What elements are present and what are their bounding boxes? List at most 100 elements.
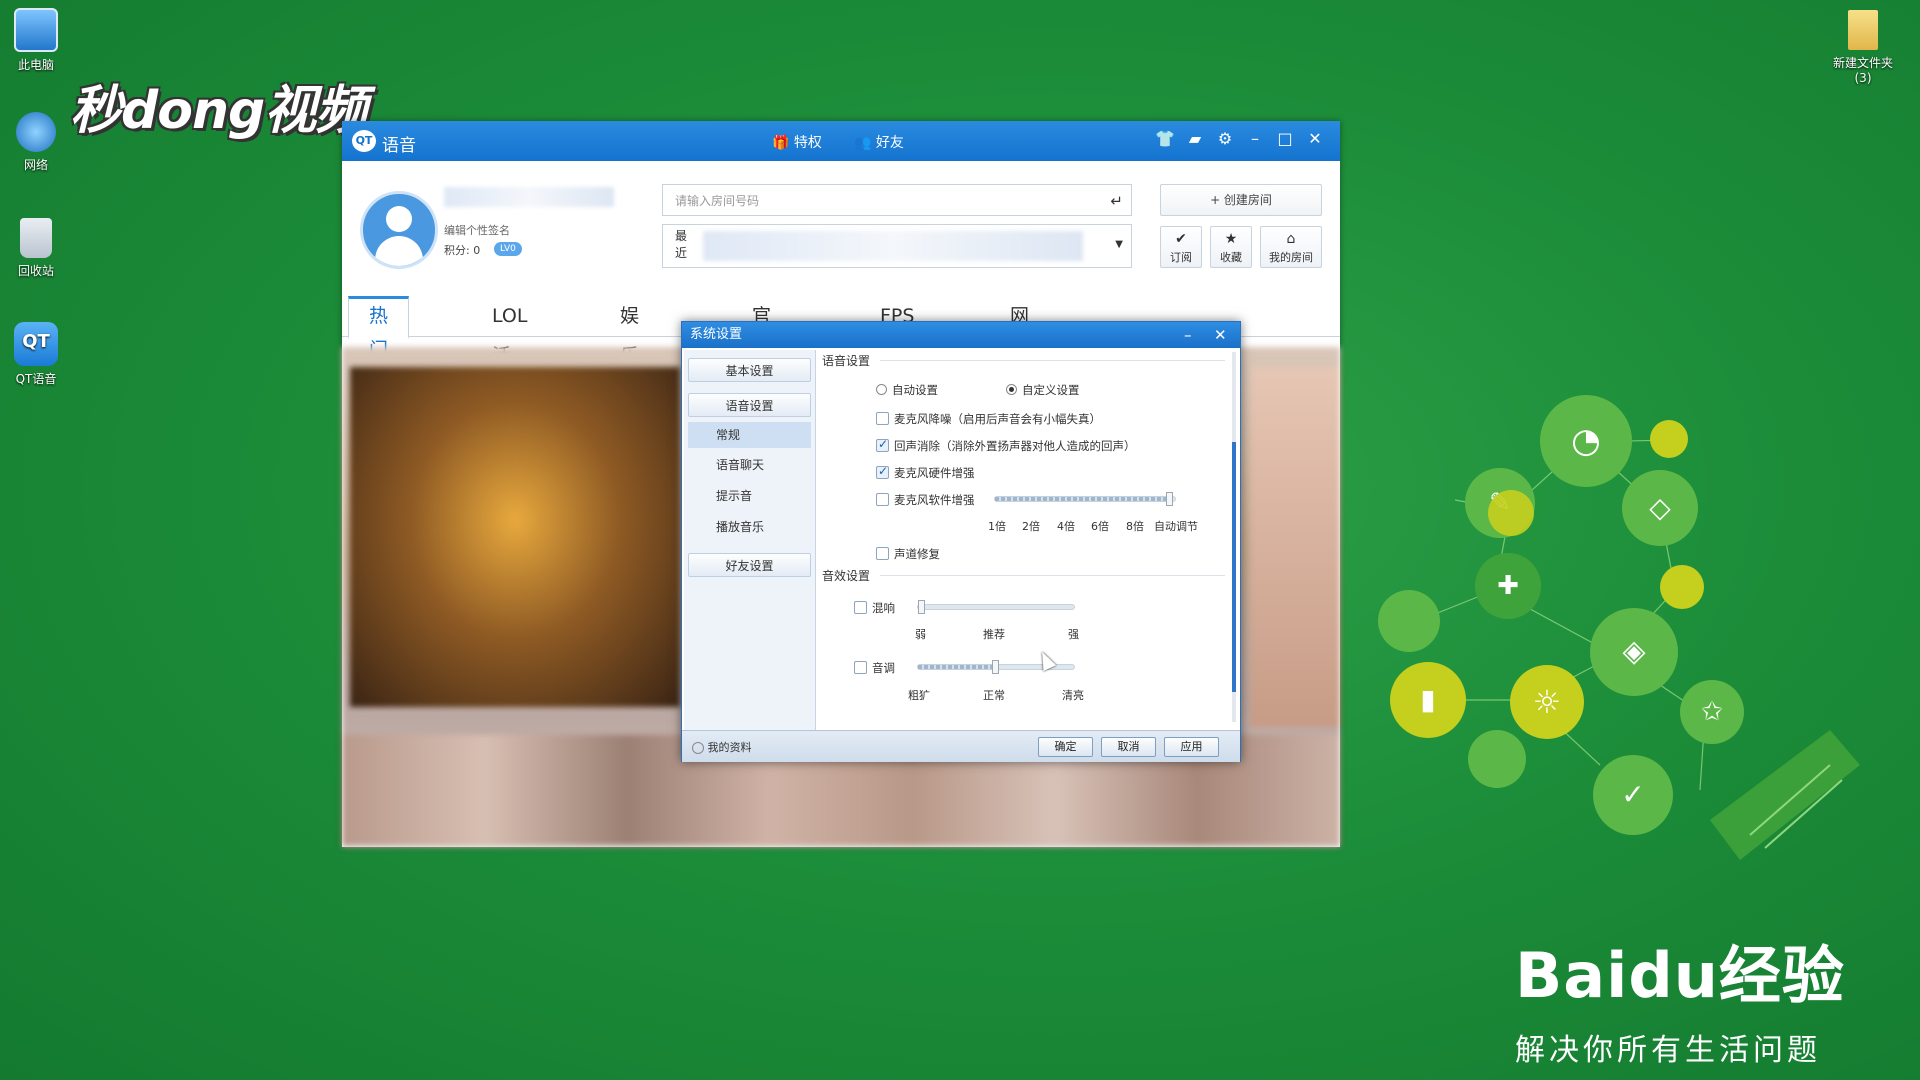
my-profile-link[interactable]: 我的资料 [692, 739, 752, 755]
voice-repair-label: 声道修复 [894, 547, 940, 561]
tab-entertainment[interactable]: 娱乐节目 [620, 296, 639, 447]
tone-tick: 粗犷 [908, 689, 930, 702]
reverb-checkbox[interactable] [854, 601, 867, 614]
dialog-titlebar[interactable]: 系统设置 – ✕ [682, 322, 1240, 348]
desktop-icon-qt-voice[interactable]: QT QT语音 [8, 322, 64, 387]
custom-setting-label: 自定义设置 [1022, 383, 1080, 397]
apply-button[interactable]: 应用 [1164, 737, 1219, 757]
desktop-icon-this-pc[interactable]: 此电脑 [8, 8, 64, 73]
recent-rooms-dropdown[interactable]: 最 近 ▼ [662, 224, 1132, 268]
network-globe-icon [16, 112, 56, 152]
cancel-button[interactable]: 取消 [1101, 737, 1156, 757]
signature-link[interactable]: 编辑个性签名 [444, 222, 510, 238]
desktop-icon-label: 此电脑 [17, 58, 54, 72]
mic-hw-boost-label: 麦克风硬件增强 [894, 466, 975, 480]
privilege-label: 特权 [793, 135, 822, 151]
tone-checkbox[interactable] [854, 661, 867, 674]
tone-tick: 正常 [983, 689, 1005, 702]
create-room-button[interactable]: + 创建房间 [1160, 184, 1322, 216]
echo-cancel-checkbox[interactable] [876, 437, 889, 452]
bulb-node-clock: ◔ [1540, 395, 1632, 487]
tab-lol-events[interactable]: LOL活动 [492, 296, 527, 407]
baidu-jingyan-logo: Baidu经验 [1515, 939, 1845, 1012]
settings-gear-icon[interactable]: ⚙ [1214, 129, 1236, 148]
friends-label: 好友 [875, 135, 904, 151]
check-icon: ✔ [1175, 231, 1187, 247]
desktop-icon-new-folder[interactable]: 新建文件夹 (3) [1820, 10, 1906, 85]
sidebar-item-play-music[interactable]: 播放音乐 [688, 514, 811, 540]
sidebar-item-voice[interactable]: 语音设置 [688, 393, 811, 417]
section-divider [880, 575, 1225, 576]
bulb-node-dot [1650, 420, 1688, 458]
qt-logo-icon: QT [352, 130, 376, 152]
username-blurred [444, 187, 614, 207]
chevron-down-icon[interactable]: ▼ [1115, 239, 1123, 250]
sidebar-item-general[interactable]: 常规 [688, 422, 811, 448]
subscribe-button[interactable]: ✔ 订阅 [1160, 226, 1202, 268]
mic-sw-boost-label: 麦克风软件增强 [894, 493, 975, 507]
sidebar-item-voice-chat[interactable]: 语音聊天 [688, 452, 811, 478]
level-badge: LV0 [494, 242, 522, 256]
mic-hw-boost-checkbox[interactable] [876, 464, 889, 479]
reverb-label: 混响 [872, 601, 895, 615]
points-label: 积分: 0 [444, 244, 481, 257]
friends-button[interactable]: 👥 好友 [854, 132, 904, 152]
bulb-illustration: ◔ ✎ ◇ ✚ ◈ ▮ ☼ ✩ ✓ [1360, 390, 1880, 890]
desktop-icon-sublabel: (3) [1854, 71, 1872, 85]
ok-button[interactable]: 确定 [1038, 737, 1093, 757]
sidebar-item-basic[interactable]: 基本设置 [688, 358, 811, 382]
desktop-icon-recycle-bin[interactable]: 回收站 [8, 218, 64, 279]
tone-label: 音调 [872, 661, 895, 675]
voice-repair-checkbox[interactable] [876, 547, 889, 560]
tone-tick: 清亮 [1062, 689, 1084, 702]
scrollbar-thumb[interactable] [1232, 442, 1236, 692]
auto-setting-radio[interactable] [876, 384, 887, 395]
settings-sidebar: 基本设置 语音设置 常规 语音聊天 提示音 播放音乐 好友设置 [684, 350, 816, 730]
qt-titlebar[interactable]: QT 语音 🎁 特权 👥 好友 👕 ▰ ⚙ – □ ✕ [342, 121, 1340, 161]
skin-icon[interactable]: 👕 [1154, 129, 1176, 148]
minimize-icon[interactable]: – [1244, 129, 1266, 148]
tab-hot-recommend[interactable]: 热门推荐 [348, 296, 410, 429]
mic-sw-boost-checkbox[interactable] [876, 493, 889, 506]
star-icon: ★ [1224, 231, 1238, 247]
video-brand-watermark: 秒dong视频 [70, 81, 367, 141]
dialog-title: 系统设置 [690, 327, 743, 342]
baidu-jingyan-slogan: 解决你所有生活问题 [1515, 1033, 1821, 1068]
enter-icon[interactable]: ↵ [1110, 185, 1123, 217]
sidebar-item-friends[interactable]: 好友设置 [688, 553, 811, 577]
maximize-icon[interactable]: □ [1274, 129, 1296, 148]
favorite-button[interactable]: ★ 收藏 [1210, 226, 1252, 268]
mic-boost-slider[interactable] [994, 492, 1176, 506]
system-settings-dialog: 系统设置 – ✕ 基本设置 语音设置 常规 语音聊天 提示音 播放音乐 好友设置… [681, 321, 1241, 762]
bulb-node-bandage: ✚ [1475, 553, 1541, 619]
close-icon[interactable]: ✕ [1214, 322, 1227, 348]
mic-denoise-checkbox[interactable] [876, 412, 889, 425]
settings-scrollbar[interactable] [1232, 352, 1236, 722]
desktop-icon-network[interactable]: 网络 [8, 112, 64, 173]
room-search-placeholder: 请输入房间号码 [675, 194, 760, 208]
settings-main-panel: 语音设置 自动设置 自定义设置 麦克风降噪（启用后声音会有小幅失真） 回声消除（… [822, 350, 1232, 730]
custom-setting-radio[interactable] [1006, 384, 1017, 395]
friends-icon: 👥 [854, 135, 872, 151]
minimize-icon[interactable]: – [1184, 322, 1192, 348]
avatar[interactable] [360, 191, 438, 269]
message-icon[interactable]: ▰ [1184, 129, 1206, 148]
desktop-icon-label: 新建文件夹 [1832, 56, 1893, 70]
computer-icon [14, 8, 58, 52]
my-room-button[interactable]: ⌂ 我的房间 [1260, 226, 1322, 268]
privilege-button[interactable]: 🎁 特权 [772, 132, 822, 152]
desktop-icon-label: 网络 [23, 158, 48, 172]
boost-tick: 6倍 [1091, 520, 1109, 533]
bulb-node-eraser: ◇ [1622, 470, 1698, 546]
baidu-jingyan-watermark: Baidu经验 解决你所有生活问题 [1515, 925, 1845, 1069]
close-icon[interactable]: ✕ [1304, 129, 1326, 148]
bulb-node-check: ✓ [1593, 755, 1673, 835]
bulb-node-dot [1488, 490, 1534, 536]
recent-label: 最 近 [675, 229, 688, 260]
my-profile-label: 我的资料 [707, 741, 752, 754]
gift-icon: 🎁 [772, 135, 790, 151]
room-search-input[interactable]: 请输入房间号码 ↵ [662, 184, 1132, 216]
reverb-tick: 弱 [915, 628, 926, 641]
reverb-slider[interactable] [917, 600, 1075, 614]
sidebar-item-prompt-sound[interactable]: 提示音 [688, 483, 811, 509]
